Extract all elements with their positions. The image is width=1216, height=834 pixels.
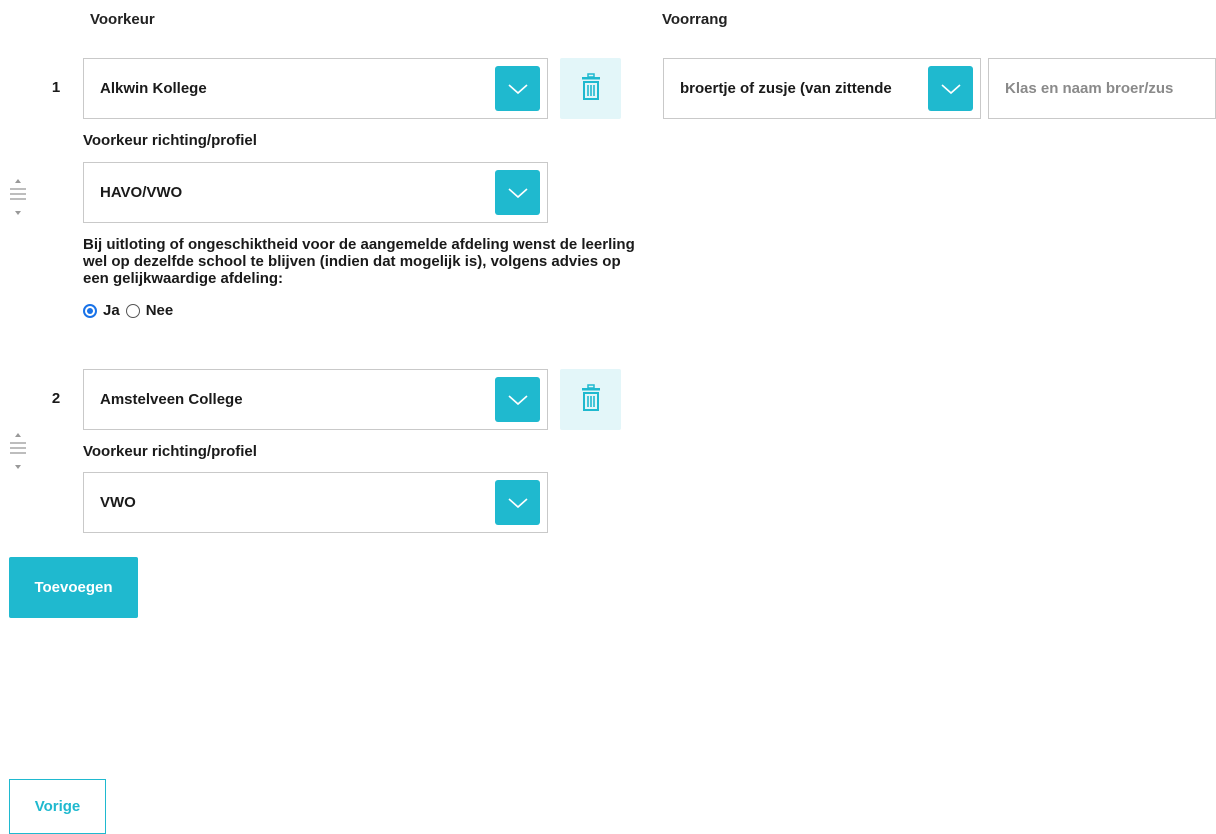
- direction-select[interactable]: HAVO/VWO: [83, 162, 548, 223]
- school-select-value: Alkwin Kollege: [100, 80, 207, 97]
- chevron-down-icon[interactable]: [495, 170, 540, 215]
- school-select[interactable]: Alkwin Kollege: [83, 58, 548, 119]
- school-select-value: Amstelveen College: [100, 391, 243, 408]
- direction-select[interactable]: VWO: [83, 472, 548, 533]
- drag-handle-icon[interactable]: [8, 431, 28, 471]
- school-select[interactable]: Amstelveen College: [83, 369, 548, 430]
- preference-header: Voorkeur: [90, 11, 155, 28]
- radio-yes-label: Ja: [103, 302, 120, 319]
- direction-select-value: HAVO/VWO: [100, 184, 183, 201]
- radio-yes[interactable]: [83, 303, 97, 318]
- delete-preference-button[interactable]: [560, 58, 621, 119]
- priority-select[interactable]: broertje of zusje (van zittende: [663, 58, 981, 119]
- radio-no-label: Nee: [145, 302, 174, 319]
- sibling-class-name-input[interactable]: [988, 58, 1216, 119]
- previous-button[interactable]: Vorige: [9, 779, 106, 834]
- priority-select-value: broertje of zusje (van zittende: [680, 80, 892, 97]
- chevron-down-icon[interactable]: [928, 66, 973, 111]
- stay-at-school-radio-group: Ja Nee: [83, 302, 173, 319]
- chevron-down-icon[interactable]: [495, 66, 540, 111]
- priority-header: Voorrang: [662, 11, 728, 28]
- direction-select-value: VWO: [100, 494, 136, 511]
- delete-preference-button[interactable]: [560, 369, 621, 430]
- trash-icon: [581, 383, 601, 416]
- preference-number: 1: [51, 79, 61, 96]
- chevron-down-icon[interactable]: [495, 377, 540, 422]
- direction-label: Voorkeur richting/profiel: [83, 132, 257, 149]
- preference-number: 2: [51, 390, 61, 407]
- radio-no[interactable]: [125, 303, 140, 318]
- add-button[interactable]: Toevoegen: [9, 557, 138, 618]
- trash-icon: [581, 72, 601, 105]
- drag-handle-icon[interactable]: [8, 177, 28, 217]
- lottery-note: Bij uitloting of ongeschiktheid voor de …: [83, 236, 635, 287]
- chevron-down-icon[interactable]: [495, 480, 540, 525]
- direction-label: Voorkeur richting/profiel: [83, 443, 257, 460]
